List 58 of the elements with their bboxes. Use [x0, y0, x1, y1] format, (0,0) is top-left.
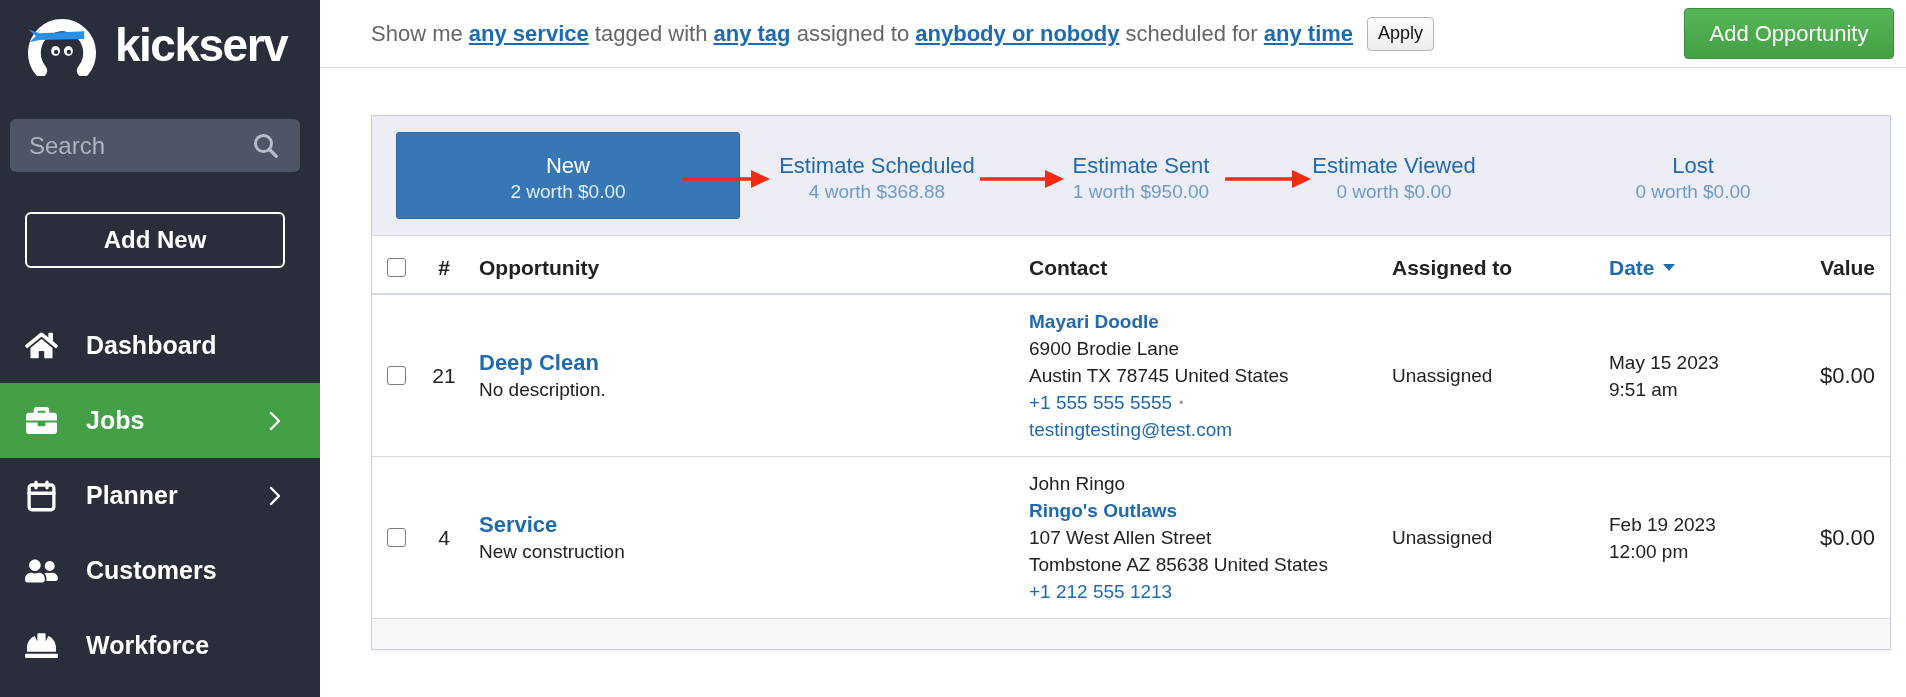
filter-link[interactable]: anybody or nobody [915, 20, 1120, 46]
checkbox[interactable] [387, 528, 406, 547]
time-text: 9:51 am [1609, 377, 1678, 402]
contact-link[interactable]: testingtesting@test.com [1029, 416, 1233, 443]
contact-text: Austin TX 78745 United States [1029, 364, 1289, 388]
pipeline-stage-tab[interactable]: New 2 worth $0.00 [396, 132, 740, 219]
column-header: # [438, 255, 450, 280]
value-text: $0.00 [1819, 362, 1875, 389]
row-number: 4 [437, 525, 451, 550]
opportunity-description: No description. [479, 377, 606, 402]
caret-down-icon [1662, 264, 1675, 271]
contact-text: John Ringo [1029, 472, 1126, 496]
column-header: Value [1820, 255, 1875, 280]
pipeline-stage-tab[interactable]: Estimate Scheduled 4 worth $368.88 [779, 153, 975, 203]
nav-item[interactable]: Jobs [0, 383, 320, 458]
row-number: 21 [431, 363, 457, 388]
contact-name-link[interactable]: Mayari Doodle [1029, 308, 1159, 335]
column-header: Opportunity [479, 255, 600, 280]
filter-link[interactable]: any service [468, 20, 589, 46]
checkbox[interactable] [387, 258, 406, 277]
search-field[interactable]: Search [10, 119, 300, 172]
pipeline-stage-tab[interactable]: Lost 0 worth $0.00 [1635, 153, 1751, 203]
column-header: Contact [1029, 255, 1108, 280]
filter-link[interactable]: any tag [713, 20, 791, 46]
nav-item[interactable]: Planner [0, 458, 320, 533]
pipeline-stage-tab[interactable]: Estimate Sent 1 worth $950.00 [1072, 153, 1210, 203]
nav-item[interactable]: Dashboard [0, 308, 320, 383]
contact-text: Tombstone AZ 85638 United States [1029, 553, 1328, 577]
value-text: $0.00 [1819, 524, 1875, 551]
nav-item[interactable]: Workforce [0, 608, 320, 683]
nav-item[interactable]: Customers [0, 533, 320, 608]
column-header: Assigned to [1392, 255, 1513, 280]
contact-link[interactable]: +1 212 555 1213 [1029, 578, 1173, 605]
filter-sentence: Show me any service tagged with any tag assigned to anybody or nobody scheduled for any time [371, 20, 1354, 47]
checkbox[interactable] [387, 366, 406, 385]
search-icon [254, 134, 278, 158]
add-opportunity-button[interactable]: Add Opportunity [1684, 8, 1894, 59]
date-text: Feb 19 2023 [1609, 512, 1716, 537]
pipeline-stage-tab[interactable]: Estimate Viewed 0 worth $0.00 [1312, 153, 1476, 203]
filter-link[interactable]: any time [1263, 20, 1354, 46]
opportunity-link[interactable]: Service [479, 510, 558, 538]
column-header[interactable]: Date [1609, 255, 1655, 280]
contact-link[interactable]: +1 555 555 5555 [1029, 389, 1173, 416]
contact-name-link[interactable]: Ringo's Outlaws [1029, 497, 1178, 524]
assignee-text: Unassigned [1392, 526, 1493, 550]
apply-button[interactable]: Apply [1367, 16, 1435, 51]
assignee-text: Unassigned [1392, 364, 1493, 388]
date-text: May 15 2023 [1609, 350, 1719, 375]
contact-text: 6900 Brodie Lane [1029, 337, 1179, 361]
logo-text: kickserv [115, 19, 288, 70]
time-text: 12:00 pm [1609, 539, 1689, 564]
calendar-icon [25, 478, 58, 513]
briefcase-icon [26, 405, 57, 436]
contact-text: 107 West Allen Street [1029, 526, 1212, 550]
opportunity-link[interactable]: Deep Clean [479, 348, 599, 376]
separator-text: • [1179, 395, 1184, 410]
opportunity-description: New construction [479, 539, 625, 564]
add-new-button[interactable]: Add New [25, 212, 285, 268]
